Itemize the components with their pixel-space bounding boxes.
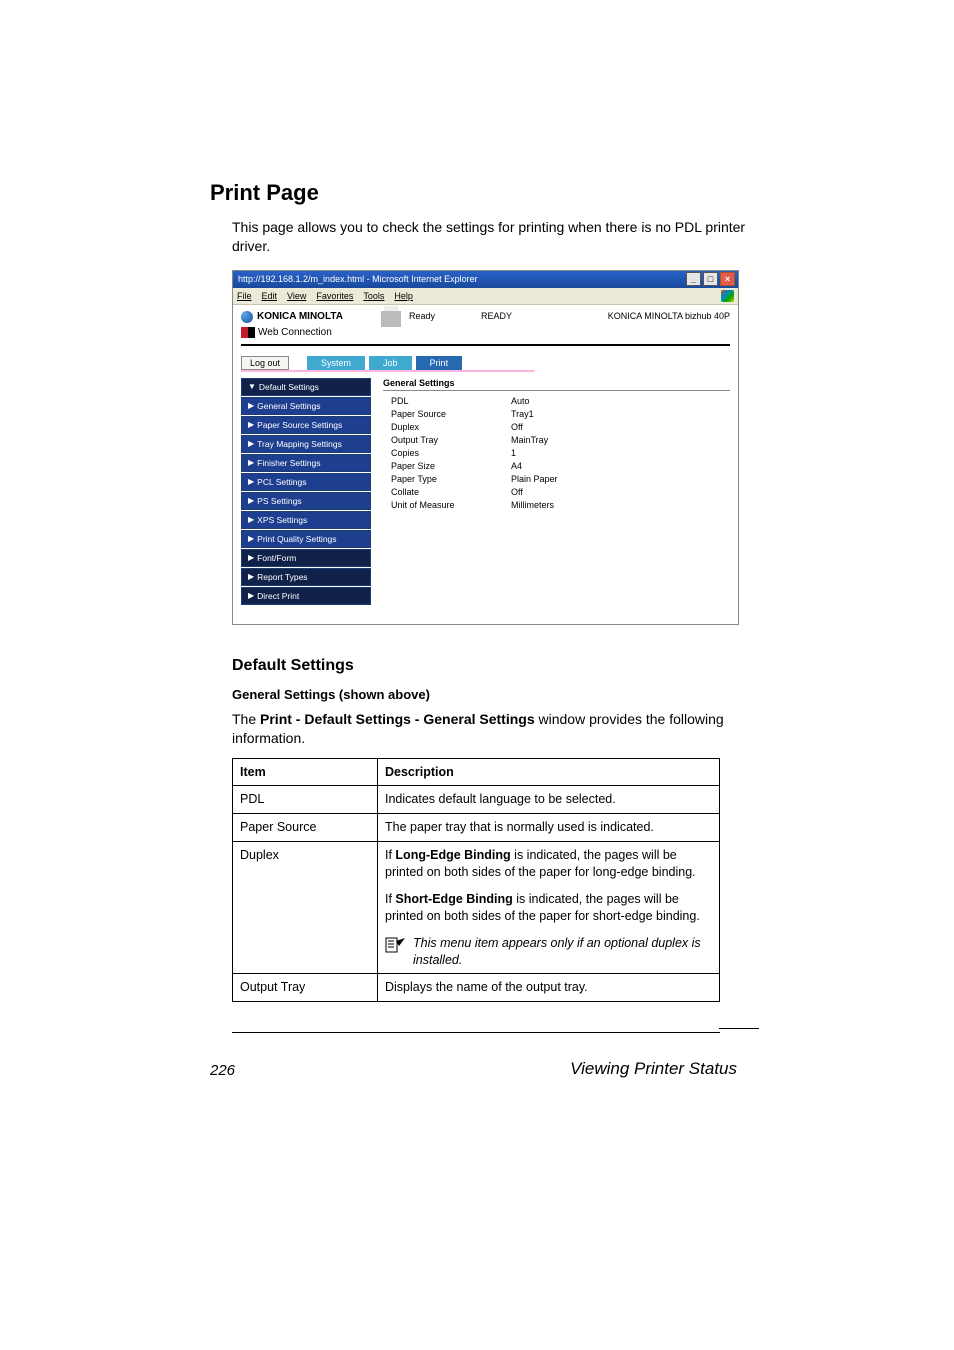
setting-row: Paper TypePlain Paper	[383, 474, 730, 484]
cell-desc: If Long-Edge Binding is indicated, the p…	[378, 842, 720, 974]
chevron-right-icon: ▶	[248, 554, 254, 562]
note-text: This menu item appears only if an option…	[413, 935, 712, 969]
setting-row: Output TrayMainTray	[383, 435, 730, 445]
cell-desc: Indicates default language to be selecte…	[378, 786, 720, 814]
maximize-button[interactable]: □	[703, 272, 718, 286]
browser-window: http://192.168.1.2/m_index.html - Micros…	[232, 270, 739, 625]
chevron-right-icon: ▶	[248, 535, 254, 543]
cell-item: Paper Source	[233, 814, 378, 842]
ie-logo-icon	[721, 290, 734, 302]
chevron-right-icon: ▶	[248, 573, 254, 581]
chevron-right-icon: ▶	[248, 402, 254, 410]
menu-help[interactable]: Help	[394, 291, 413, 301]
default-settings-heading: Default Settings	[232, 657, 759, 675]
menu-view[interactable]: View	[287, 291, 306, 301]
status-ready-label: Ready	[409, 311, 435, 321]
page-title: Print Page	[210, 180, 759, 206]
sidebar-item-finisher-settings[interactable]: ▶Finisher Settings	[241, 454, 371, 472]
note-icon	[385, 937, 407, 969]
browser-menubar: File Edit View Favorites Tools Help	[233, 288, 738, 305]
menu-favorites[interactable]: Favorites	[316, 291, 353, 301]
panel-heading: General Settings	[383, 378, 730, 391]
divider-bar	[241, 370, 730, 372]
menu-file[interactable]: File	[237, 291, 252, 301]
printer-icon	[381, 311, 401, 327]
sidebar-item-paper-source-settings[interactable]: ▶Paper Source Settings	[241, 416, 371, 434]
brand-dot-icon	[241, 311, 253, 323]
chevron-right-icon: ▶	[248, 421, 254, 429]
brand-logo: KONICA MINOLTA	[241, 311, 381, 323]
settings-table: Item Description PDL Indicates default l…	[232, 758, 720, 1003]
footer-section-title: Viewing Printer Status	[570, 1059, 737, 1079]
sidebar-item-general-settings[interactable]: ▶General Settings	[241, 397, 371, 415]
general-settings-subheading: General Settings (shown above)	[232, 687, 759, 702]
tab-system[interactable]: System	[307, 356, 365, 370]
logout-button[interactable]: Log out	[241, 356, 289, 370]
model-text: KONICA MINOLTA bizhub 40P	[608, 311, 730, 321]
setting-row: Paper SourceTray1	[383, 409, 730, 419]
intro-text: This page allows you to check the settin…	[232, 218, 759, 256]
close-button[interactable]: ×	[720, 272, 735, 286]
sidebar-item-print-quality-settings[interactable]: ▶Print Quality Settings	[241, 530, 371, 548]
web-connection-text: Web Connection	[258, 327, 332, 338]
tab-job[interactable]: Job	[369, 356, 412, 370]
chevron-right-icon: ▶	[248, 516, 254, 524]
section-paragraph: The Print - Default Settings - General S…	[232, 710, 759, 748]
sidebar-item-xps-settings[interactable]: ▶XPS Settings	[241, 511, 371, 529]
chevron-right-icon: ▶	[248, 459, 254, 467]
table-row: Duplex If Long-Edge Binding is indicated…	[233, 842, 720, 974]
sidebar-item-direct-print[interactable]: ▶Direct Print	[241, 587, 371, 605]
table-row: Output Tray Displays the name of the out…	[233, 974, 720, 1002]
sidebar-item-tray-mapping-settings[interactable]: ▶Tray Mapping Settings	[241, 435, 371, 453]
window-titlebar: http://192.168.1.2/m_index.html - Micros…	[233, 271, 738, 288]
window-title: http://192.168.1.2/m_index.html - Micros…	[238, 274, 686, 284]
cell-item: Output Tray	[233, 974, 378, 1002]
chevron-right-icon: ▶	[248, 478, 254, 486]
sidebar: ▼Default Settings ▶General Settings ▶Pap…	[241, 378, 371, 606]
chevron-right-icon: ▶	[248, 592, 254, 600]
setting-row: Copies1	[383, 448, 730, 458]
collapse-down-icon: ▼	[248, 383, 256, 391]
table-row: PDL Indicates default language to be sel…	[233, 786, 720, 814]
menu-tools[interactable]: Tools	[363, 291, 384, 301]
status-ready-caps: READY	[481, 311, 512, 321]
sidebar-item-report-types[interactable]: ▶Report Types	[241, 568, 371, 586]
minimize-button[interactable]: _	[686, 272, 701, 286]
chevron-right-icon: ▶	[248, 497, 254, 505]
cell-desc: The paper tray that is normally used is …	[378, 814, 720, 842]
setting-row: Paper SizeA4	[383, 461, 730, 471]
tab-print[interactable]: Print	[416, 356, 463, 370]
setting-row: PDLAuto	[383, 396, 730, 406]
setting-row: CollateOff	[383, 487, 730, 497]
sidebar-item-pcl-settings[interactable]: ▶PCL Settings	[241, 473, 371, 491]
table-header-description: Description	[378, 758, 720, 786]
brand-text: KONICA MINOLTA	[257, 311, 343, 322]
menu-edit[interactable]: Edit	[262, 291, 278, 301]
setting-row: DuplexOff	[383, 422, 730, 432]
settings-panel: General Settings PDLAuto Paper SourceTra…	[379, 378, 730, 606]
cell-desc: Displays the name of the output tray.	[378, 974, 720, 1002]
sidebar-item-ps-settings[interactable]: ▶PS Settings	[241, 492, 371, 510]
pagescope-icon	[241, 327, 255, 338]
table-row: Paper Source The paper tray that is norm…	[233, 814, 720, 842]
page-number: 226	[210, 1062, 235, 1079]
table-header-item: Item	[233, 758, 378, 786]
cell-item: PDL	[233, 786, 378, 814]
sidebar-item-font-form[interactable]: ▶Font/Form	[241, 549, 371, 567]
chevron-right-icon: ▶	[248, 440, 254, 448]
cell-item: Duplex	[233, 842, 378, 974]
sidebar-item-default-settings[interactable]: ▼Default Settings	[241, 378, 371, 396]
setting-row: Unit of MeasureMillimeters	[383, 500, 730, 510]
